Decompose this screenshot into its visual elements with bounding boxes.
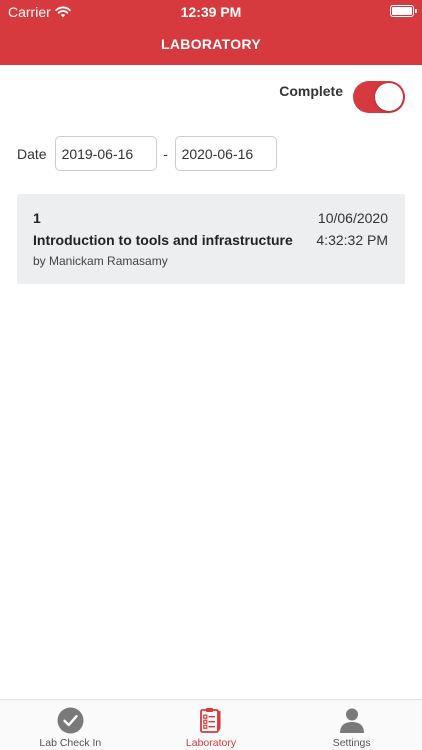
lab-record-card[interactable]: 1 10/06/2020 Introduction to tools and i… [17,194,405,284]
app-header: Carrier 12:39 PM LABORATORY [0,0,422,65]
tab-settings[interactable]: Settings [281,700,422,750]
record-time: 4:32:32 PM [316,232,388,248]
date-to-field[interactable]: 2020-06-16 [174,136,277,171]
page-title: LABORATORY [161,36,261,52]
status-time: 12:39 PM [180,4,242,20]
tab-laboratory[interactable]: Laboratory [141,700,282,750]
person-icon [338,706,366,734]
date-filter: Date 2019-06-16 - 2020-06-16 [17,136,277,171]
record-date: 10/06/2020 [317,210,388,226]
complete-filter: Complete [279,81,405,113]
toggle-knob [375,83,403,111]
tab-lab-check-in[interactable]: Lab Check In [0,700,141,750]
battery-icon [390,5,417,17]
record-author: by Manickam Ramasamy [33,254,168,268]
date-separator: - [163,145,168,162]
tab-label-laboratory: Laboratory [185,737,237,749]
date-label: Date [17,145,47,162]
tab-bar: Lab Check In Laboratory Settings [0,699,422,750]
status-bar: Carrier 12:39 PM [0,0,422,22]
complete-label: Complete [279,83,343,99]
complete-toggle[interactable] [353,81,405,113]
date-from-field[interactable]: 2019-06-16 [54,136,157,171]
record-number: 1 [33,210,41,226]
checkmark-circle-icon [56,706,84,734]
tab-label-lab-check-in: Lab Check In [39,737,102,749]
clipboard-checklist-icon [197,706,225,734]
tab-label-settings: Settings [332,737,371,749]
record-title: Introduction to tools and infrastructure [33,232,293,248]
